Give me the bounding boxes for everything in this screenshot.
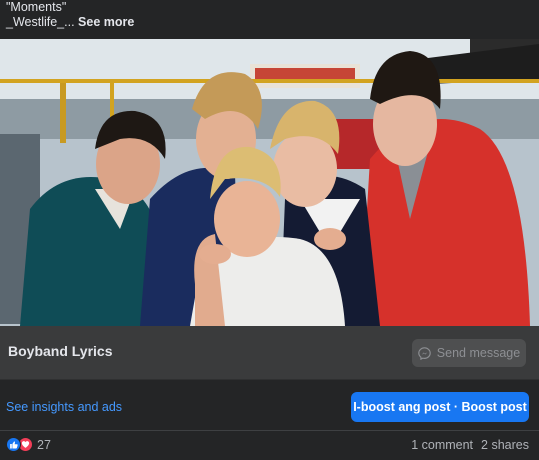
reactions-summary[interactable]: 27 — [6, 437, 51, 452]
reaction-count: 27 — [37, 437, 51, 452]
share-count[interactable]: 2 shares — [481, 438, 529, 452]
post-caption: "Moments" _Westlife_... See more — [6, 0, 536, 30]
comment-count[interactable]: 1 comment — [411, 438, 473, 452]
see-insights-link[interactable]: See insights and ads — [6, 400, 122, 414]
caption-artist-line: _Westlife_... See more — [6, 15, 536, 30]
messenger-icon — [418, 346, 431, 360]
page-bar: Boyband Lyrics Send message — [0, 326, 539, 380]
boost-post-button[interactable]: I-boost ang post · Boost post — [351, 392, 529, 422]
engagement-counts: 1 comment 2 shares — [411, 438, 529, 452]
insights-row: See insights and ads I-boost ang post · … — [0, 381, 539, 431]
see-more-link[interactable]: See more — [78, 15, 134, 29]
caption-title: "Moments" — [6, 0, 67, 14]
caption-artist: _Westlife_... — [6, 15, 75, 29]
page-name[interactable]: Boyband Lyrics — [8, 343, 113, 359]
band-photo-illustration — [0, 39, 539, 326]
post-photo[interactable] — [0, 39, 539, 326]
send-message-button[interactable]: Send message — [412, 339, 526, 367]
like-reaction-icon — [6, 437, 21, 452]
post-stats: 27 1 comment 2 shares — [0, 431, 539, 460]
send-message-label: Send message — [436, 346, 521, 360]
